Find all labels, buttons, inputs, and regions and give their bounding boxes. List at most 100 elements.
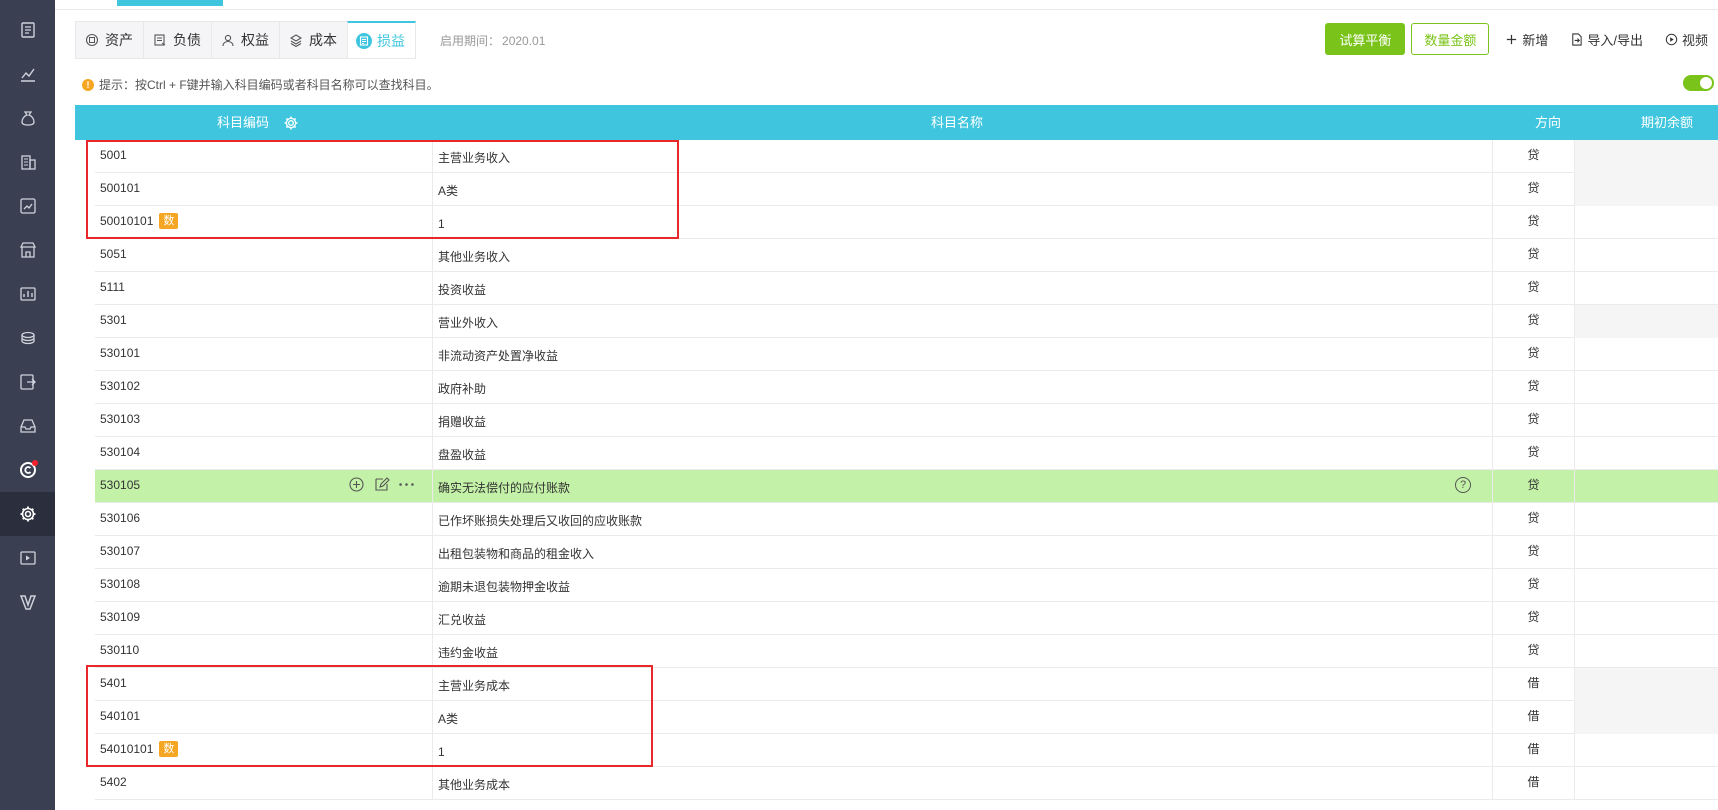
start-period-value: 2020.01 [502,34,546,48]
tab-profit-loss[interactable]: 损益 [347,21,416,59]
sidebar-item-export[interactable] [0,360,55,404]
account-code: 54010101 [100,742,154,756]
opening-balance-cell[interactable] [1574,371,1718,404]
opening-balance-cell[interactable] [1574,635,1718,668]
more-icon[interactable] [398,476,415,493]
table-row[interactable]: 530104 盘盈收益贷 [95,437,1718,470]
sidebar-item-ledger[interactable] [0,8,55,52]
left-sidebar [0,0,55,810]
table-row[interactable]: 5401 主营业务成本借 [95,668,1718,701]
opening-balance-cell[interactable] [1574,767,1718,800]
opening-balance-cell [1574,305,1718,338]
opening-balance-cell[interactable] [1574,239,1718,272]
add-child-icon[interactable] [348,476,365,493]
table-row[interactable]: 530108 逾期未退包装物押金收益贷 [95,569,1718,602]
money-bag-icon [20,111,35,126]
sidebar-item-chart[interactable] [0,52,55,96]
sidebar-item-money-bag[interactable] [0,96,55,140]
tab-asset[interactable]: 资产 [75,21,143,59]
table-row[interactable]: 5301 营业外收入贷 [95,305,1718,338]
opening-balance-cell[interactable] [1574,602,1718,635]
sidebar-item-dashboard[interactable] [0,272,55,316]
table-row[interactable]: 5051 其他业务收入贷 [95,239,1718,272]
opening-balance-cell[interactable] [1574,734,1718,767]
export-icon [19,374,36,390]
video-button[interactable]: 视频 [1665,30,1708,49]
table-row[interactable]: 530102 政府补助贷 [95,371,1718,404]
top-strip [55,0,1718,10]
sidebar-item-inbox[interactable] [0,404,55,448]
account-direction: 贷 [1492,569,1574,602]
table-row[interactable]: 530105 确实无法偿付的应付账款? 贷 [95,470,1718,503]
shop-icon [19,242,36,258]
plus-icon [1507,34,1517,44]
account-name: 出租包装物和商品的租金收入 [432,536,1582,569]
account-code: 530109 [100,610,141,624]
account-category-tabs: 资产 负债 权益 成本 损益 [75,21,416,59]
account-code-cell: 530107 [100,536,420,566]
profit-loss-icon [356,32,372,49]
sidebar-item-shop[interactable] [0,228,55,272]
sidebar-item-gear[interactable] [0,492,55,536]
table-row[interactable]: 5001 主营业务收入贷 [95,140,1718,173]
opening-balance-cell[interactable] [1574,569,1718,602]
tab-liability[interactable]: 负债 [143,21,211,59]
account-direction: 借 [1492,767,1574,800]
table-row[interactable]: 530101 非流动资产处置净收益贷 [95,338,1718,371]
asset-icon [84,32,100,48]
add-button[interactable]: 新增 [1505,30,1548,49]
account-name: 逾期未退包装物押金收益 [432,569,1582,602]
account-direction: 贷 [1492,602,1574,635]
opening-balance-cell[interactable] [1574,206,1718,239]
trial-balance-button[interactable]: 试算平衡 [1325,23,1406,55]
tab-bar: 资产 负债 权益 成本 损益 启用期间： 2020.01 试算平衡 数量金额 新增 导入/… [75,18,1718,64]
table-row[interactable]: 500101 A类贷 [95,173,1718,206]
account-direction: 贷 [1492,536,1574,569]
table-row[interactable]: 530103 捐赠收益贷 [95,404,1718,437]
table-row[interactable]: 530109 汇兑收益贷 [95,602,1718,635]
header-name: 科目名称 [931,115,984,130]
sidebar-item-copyright[interactable] [0,448,55,492]
opening-balance-cell[interactable] [1574,503,1718,536]
sidebar-item-report[interactable] [0,184,55,228]
table-row[interactable]: 530106 已作坏账损失处理后又收回的应收账款贷 [95,503,1718,536]
account-code-cell: 5051 [100,239,420,269]
account-direction: 贷 [1492,338,1574,371]
table-row[interactable]: 530110 违约金收益贷 [95,635,1718,668]
sidebar-item-v-logo[interactable] [0,580,55,624]
tab-equity[interactable]: 权益 [211,21,279,59]
account-code: 540101 [100,709,141,723]
opening-balance-cell[interactable] [1574,437,1718,470]
quantity-amount-button[interactable]: 数量金额 [1411,23,1490,55]
table-row[interactable]: 5111 投资收益贷 [95,272,1718,305]
import-export-button[interactable]: 导入/导出 [1570,30,1643,49]
table-row[interactable]: 540101 A类借 [95,701,1718,734]
add-label: 新增 [1522,32,1549,48]
sidebar-item-video[interactable] [0,536,55,580]
sidebar-item-stack-coins[interactable] [0,316,55,360]
table-row[interactable]: 50010101 数 1 贷 [95,206,1718,239]
opening-balance-cell[interactable] [1574,338,1718,371]
account-name: 确实无法偿付的应付账款 [432,470,1582,503]
opening-balance-cell[interactable] [1574,536,1718,569]
gear-icon[interactable] [283,115,299,131]
account-direction: 借 [1492,734,1574,767]
opening-balance-cell[interactable] [1574,470,1718,503]
tab-layers[interactable]: 成本 [279,21,347,59]
opening-balance-cell[interactable] [1574,404,1718,437]
account-code: 530105 [100,478,141,492]
edit-icon[interactable] [373,476,390,493]
account-code-cell: 530106 [100,503,420,533]
account-code: 530110 [100,643,140,657]
table-row[interactable]: 530107 出租包装物和商品的租金收入贷 [95,536,1718,569]
help-icon[interactable]: ? [1455,477,1471,493]
table-row[interactable]: 54010101 数 1 借 [95,734,1718,767]
sidebar-item-building[interactable] [0,140,55,184]
display-toggle[interactable] [1683,75,1714,91]
account-code: 50010101 [100,214,154,228]
opening-balance-cell [1574,668,1718,701]
table-row[interactable]: 5402 其他业务成本借 [95,767,1718,800]
warning-icon: ! [82,78,94,91]
opening-balance-cell[interactable] [1574,272,1718,305]
account-code: 530101 [100,346,141,360]
